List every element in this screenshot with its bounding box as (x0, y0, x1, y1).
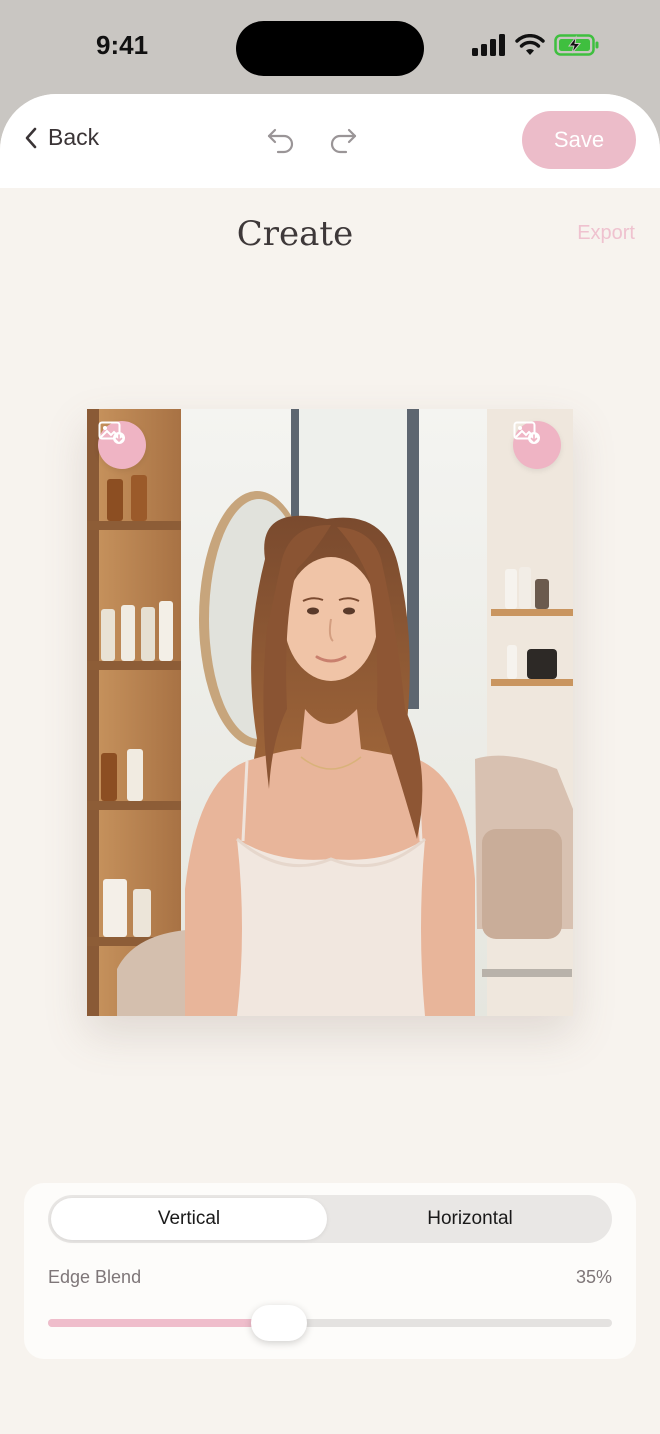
controls-card: Vertical Horizontal Edge Blend 35% (24, 1183, 636, 1359)
segment-vertical[interactable]: Vertical (51, 1198, 327, 1240)
app-screen: Back Save Create Export Vertical Horizon… (0, 94, 660, 1434)
orientation-segmented-control: Vertical Horizontal (48, 1195, 612, 1243)
status-bar: 9:41 (0, 0, 660, 96)
edge-blend-value: 35% (575, 1267, 612, 1287)
wifi-icon (515, 34, 545, 55)
replace-right-image-button[interactable] (513, 421, 561, 469)
slider-fill (48, 1319, 280, 1327)
export-button[interactable]: Export (577, 222, 635, 245)
redo-icon[interactable] (328, 126, 358, 154)
save-button[interactable]: Save (522, 111, 636, 169)
back-label: Back (48, 124, 100, 150)
status-time: 9:41 (96, 30, 149, 60)
battery-icon (554, 34, 599, 56)
undo-icon[interactable] (266, 126, 296, 154)
back-button[interactable]: Back (24, 124, 99, 151)
dynamic-island (236, 21, 424, 76)
nav-bar: Back Save (0, 94, 660, 188)
signal-icon (472, 34, 505, 56)
chevron-left-icon (25, 127, 37, 148)
segment-horizontal[interactable]: Horizontal (330, 1198, 610, 1240)
page-title: Create (236, 214, 354, 254)
edge-blend-slider[interactable] (48, 1305, 612, 1341)
salon-portrait-illustration (87, 409, 573, 1016)
replace-left-image-button[interactable] (98, 421, 146, 469)
edge-blend-label: Edge Blend (48, 1267, 142, 1287)
status-icons (472, 34, 600, 56)
image-download-icon (98, 421, 125, 444)
image-download-icon (513, 421, 540, 444)
portrait-photo (87, 409, 573, 1016)
slider-thumb[interactable] (251, 1305, 308, 1341)
